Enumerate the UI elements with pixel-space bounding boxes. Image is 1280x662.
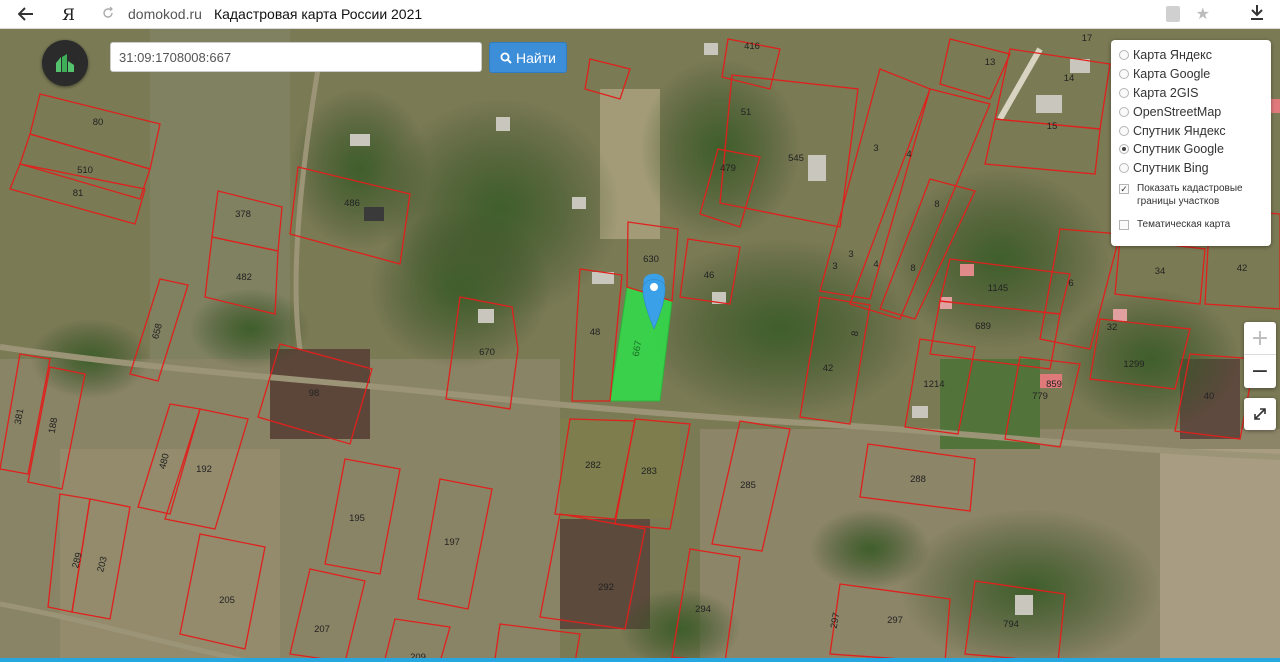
radio-button[interactable] bbox=[1119, 163, 1129, 174]
svg-text:6: 6 bbox=[1068, 278, 1073, 289]
svg-text:195: 195 bbox=[349, 513, 365, 524]
svg-text:17: 17 bbox=[1082, 33, 1093, 44]
site-logo[interactable] bbox=[42, 40, 88, 86]
search-button-label: Найти bbox=[516, 49, 556, 66]
layer-option-google-satellite[interactable]: Спутник Google bbox=[1119, 140, 1271, 159]
expand-icon bbox=[1254, 408, 1266, 420]
layer-option-yandex-map[interactable]: Карта Яндекс bbox=[1119, 46, 1271, 65]
svg-text:207: 207 bbox=[314, 624, 330, 635]
svg-text:4: 4 bbox=[906, 149, 911, 160]
svg-text:34: 34 bbox=[1155, 266, 1166, 277]
layer-option-google-map[interactable]: Карта Google bbox=[1119, 65, 1271, 84]
svg-text:80: 80 bbox=[93, 117, 104, 128]
layer-option-openstreetmap[interactable]: OpenStreetMap bbox=[1119, 102, 1271, 121]
reload-icon[interactable] bbox=[102, 6, 120, 22]
show-boundaries-option[interactable]: ✓ Показать кадастровые границы участков bbox=[1119, 182, 1271, 208]
svg-text:51: 51 bbox=[741, 107, 752, 118]
svg-text:8: 8 bbox=[934, 199, 939, 210]
svg-text:545: 545 bbox=[788, 153, 804, 164]
search-button[interactable]: Найти bbox=[489, 42, 567, 73]
svg-text:297: 297 bbox=[887, 615, 903, 626]
layer-option-bing-satellite[interactable]: Спутник Bing bbox=[1119, 159, 1271, 178]
show-boundaries-label: Показать кадастровые границы участков bbox=[1137, 182, 1243, 207]
reader-icon[interactable] bbox=[1165, 6, 1180, 22]
svg-text:42: 42 bbox=[1237, 263, 1248, 274]
layer-option-2gis-map[interactable]: Карта 2GIS bbox=[1119, 84, 1271, 103]
cadastral-number-input[interactable] bbox=[110, 42, 482, 72]
svg-text:282: 282 bbox=[585, 460, 601, 471]
svg-text:779: 779 bbox=[1032, 391, 1048, 402]
svg-text:288: 288 bbox=[910, 474, 926, 485]
radio-button[interactable] bbox=[1119, 106, 1129, 117]
radio-button[interactable] bbox=[1119, 69, 1129, 80]
layer-option-yandex-satellite[interactable]: Спутник Яндекс bbox=[1119, 121, 1271, 140]
svg-text:486: 486 bbox=[344, 198, 360, 209]
zoom-control: + − bbox=[1244, 322, 1276, 388]
svg-text:1214: 1214 bbox=[923, 379, 944, 390]
map-canvas[interactable]: 416 17 13 14 15 51 545 479 3 4 8 80 510 … bbox=[0, 29, 1280, 662]
back-button[interactable] bbox=[12, 0, 40, 28]
svg-text:689: 689 bbox=[975, 321, 991, 332]
svg-text:40: 40 bbox=[1204, 391, 1215, 402]
svg-text:98: 98 bbox=[309, 388, 320, 399]
svg-text:14: 14 bbox=[1064, 73, 1075, 84]
svg-text:670: 670 bbox=[479, 347, 495, 358]
svg-text:479: 479 bbox=[720, 163, 736, 174]
svg-text:3: 3 bbox=[848, 249, 853, 260]
arrow-left-icon bbox=[18, 7, 33, 21]
map-bottom-bar bbox=[0, 658, 1280, 662]
fullscreen-button[interactable] bbox=[1244, 398, 1276, 430]
house-logo-icon bbox=[56, 54, 74, 72]
svg-text:292: 292 bbox=[598, 582, 614, 593]
svg-text:859: 859 bbox=[1046, 379, 1062, 390]
svg-text:13: 13 bbox=[985, 57, 996, 68]
svg-text:192: 192 bbox=[196, 464, 212, 475]
svg-text:3: 3 bbox=[873, 143, 878, 154]
radio-button[interactable] bbox=[1119, 50, 1129, 61]
svg-text:794: 794 bbox=[1003, 619, 1019, 630]
svg-text:48: 48 bbox=[590, 327, 601, 338]
svg-text:4: 4 bbox=[873, 259, 878, 270]
layer-switcher: Карта Яндекс Карта Google Карта 2GIS Ope… bbox=[1111, 40, 1271, 246]
page-title[interactable]: Кадастровая карта России 2021 bbox=[214, 6, 422, 22]
bookmark-star-icon[interactable]: ★ bbox=[1196, 4, 1210, 24]
svg-text:32: 32 bbox=[1107, 322, 1118, 333]
thematic-map-label: Тематическая карта bbox=[1137, 218, 1231, 230]
browser-toolbar: Я domokod.ru Кадастровая карта России 20… bbox=[0, 0, 1280, 29]
svg-text:285: 285 bbox=[740, 480, 756, 491]
radio-button[interactable] bbox=[1119, 87, 1129, 98]
search-icon bbox=[500, 52, 512, 64]
download-icon[interactable] bbox=[1250, 4, 1264, 25]
thematic-map-checkbox[interactable] bbox=[1119, 219, 1129, 230]
svg-text:42: 42 bbox=[823, 363, 834, 374]
svg-text:1145: 1145 bbox=[988, 283, 1008, 294]
svg-text:46: 46 bbox=[704, 270, 715, 281]
svg-text:630: 630 bbox=[643, 254, 659, 265]
svg-text:482: 482 bbox=[236, 272, 252, 283]
svg-text:416: 416 bbox=[744, 41, 760, 52]
radio-button-selected[interactable] bbox=[1119, 144, 1129, 155]
svg-text:283: 283 bbox=[641, 466, 657, 477]
satellite-map[interactable]: 416 17 13 14 15 51 545 479 3 4 8 80 510 … bbox=[0, 29, 1280, 662]
svg-text:294: 294 bbox=[695, 604, 711, 615]
zoom-in-button[interactable]: + bbox=[1244, 322, 1276, 355]
show-boundaries-checkbox[interactable]: ✓ bbox=[1119, 183, 1129, 194]
svg-text:15: 15 bbox=[1047, 121, 1058, 132]
svg-text:81: 81 bbox=[73, 188, 84, 199]
svg-text:1299: 1299 bbox=[1123, 359, 1144, 370]
address-domain[interactable]: domokod.ru bbox=[128, 6, 202, 22]
svg-text:3: 3 bbox=[832, 261, 837, 272]
zoom-out-button[interactable]: − bbox=[1244, 355, 1276, 387]
svg-text:205: 205 bbox=[219, 595, 235, 606]
svg-text:197: 197 bbox=[444, 537, 460, 548]
svg-text:8: 8 bbox=[910, 263, 915, 274]
radio-button[interactable] bbox=[1119, 125, 1129, 136]
browser-logo[interactable]: Я bbox=[62, 5, 90, 24]
svg-text:510: 510 bbox=[77, 165, 93, 176]
svg-text:378: 378 bbox=[235, 209, 251, 220]
thematic-map-option[interactable]: Тематическая карта bbox=[1119, 218, 1271, 231]
